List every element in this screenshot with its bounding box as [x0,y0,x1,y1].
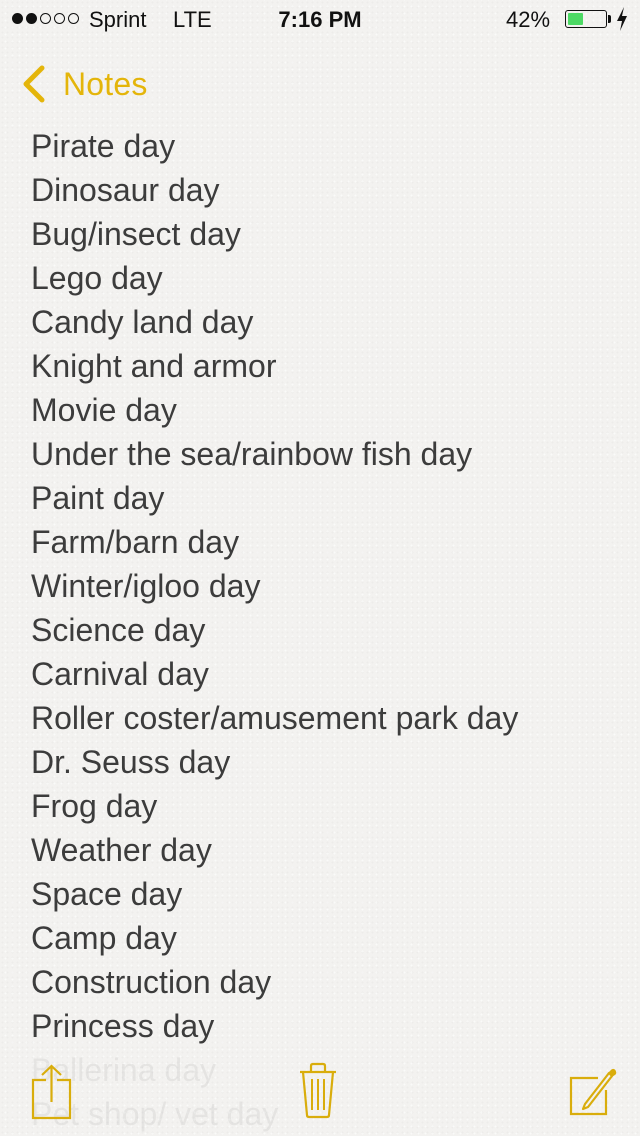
note-line: Camp day [31,920,177,956]
note-line: Carnival day [31,656,209,692]
note-line: Paint day [31,480,165,516]
chevron-left-icon [23,65,45,103]
compose-icon[interactable] [568,1068,618,1116]
note-line: Movie day [31,392,177,428]
back-button[interactable]: Notes [18,64,148,104]
battery-percentage: 42% [506,7,551,32]
note-text-area[interactable]: Pirate day Dinosaur day Bug/insect day Lego… [31,124,621,1136]
note-line: Science day [31,612,206,648]
charging-bolt-icon [617,7,627,31]
note-line: Bug/insect day [31,216,241,252]
bottom-toolbar [0,1050,640,1136]
trash-icon[interactable] [298,1062,338,1120]
note-line: Frog day [31,788,158,824]
note-line: Farm/barn day [31,524,240,560]
note-line: Knight and armor [31,348,277,384]
share-icon[interactable] [30,1064,76,1120]
note-line: Space day [31,876,183,912]
note-line: Roller coster/amusement park day [31,700,519,736]
battery-level-fill [568,13,584,25]
note-line: Princess day [31,1008,215,1044]
navigation-bar: Notes [0,55,640,115]
battery-icon [565,10,607,28]
note-line: Construction day [31,964,272,1000]
note-line: Lego day [31,260,163,296]
battery-nub [608,15,611,23]
note-line: Weather day [31,832,212,868]
note-line: Dr. Seuss day [31,744,231,780]
note-line: Under the sea/rainbow fish day [31,436,473,472]
note-line: Dinosaur day [31,172,220,208]
status-bar: Sprint LTE 7:16 PM 42% [0,0,640,40]
note-line: Pirate day [31,128,176,164]
back-button-label: Notes [63,65,148,102]
note-line: Candy land day [31,304,254,340]
note-line: Winter/igloo day [31,568,261,604]
